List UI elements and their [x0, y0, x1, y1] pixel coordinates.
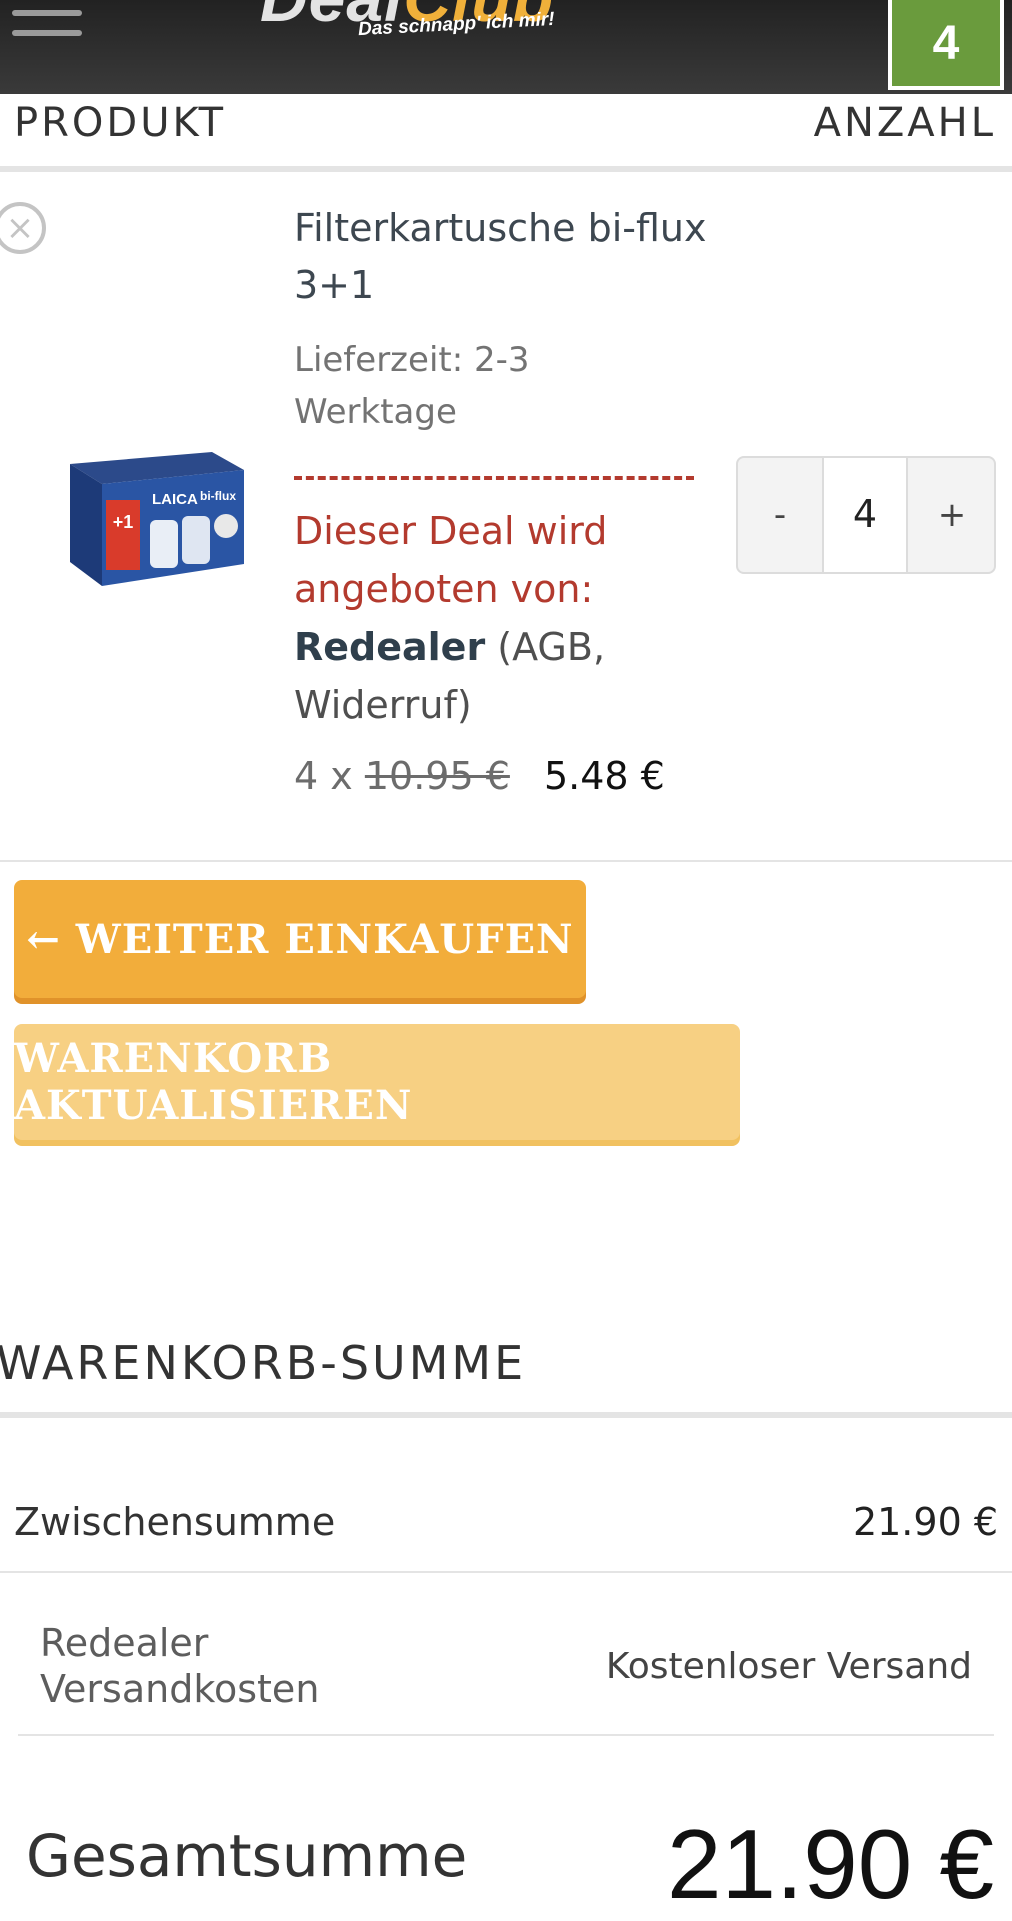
decrease-quantity-button[interactable]: -	[738, 458, 822, 572]
total-label: Gesamtsumme	[26, 1822, 468, 1890]
image-brand-text: LAICA	[152, 491, 198, 508]
product-name-link[interactable]: Filterkartusche bi-flux 3+1	[294, 200, 734, 314]
product-image[interactable]: +1 LAICA bi-flux	[62, 442, 248, 590]
shipping-label: Redealer Versandkosten	[40, 1621, 320, 1711]
image-badge-text: +1	[113, 512, 134, 532]
subtotal-value: 21.90 €	[852, 1500, 998, 1544]
remove-item-button[interactable]: ×	[0, 202, 46, 254]
item-price-line: 4 x 10.95 € 5.48 €	[294, 754, 665, 798]
quantity-input[interactable]: 4	[822, 456, 908, 574]
shipping-divider	[18, 1734, 994, 1736]
item-divider	[0, 860, 1012, 862]
new-price: 5.48 €	[543, 754, 665, 798]
cart-count-badge[interactable]: 4	[888, 0, 1004, 90]
increase-quantity-button[interactable]: +	[910, 458, 994, 572]
old-price: 10.95 €	[364, 754, 510, 798]
vendor-name: Redealer	[294, 625, 486, 669]
vendor-label: Dieser Deal wird angeboten von:	[294, 509, 608, 611]
vendor-divider	[294, 476, 694, 480]
cart-totals-title: WARENKORB-SUMME	[0, 1336, 527, 1390]
vendor-info: Dieser Deal wird angeboten von: Redealer…	[294, 502, 714, 734]
site-header: DealClub Das schnapp' ich mir! 4	[0, 0, 1012, 94]
vendor-terms-link[interactable]: AGB	[512, 625, 593, 669]
update-cart-button[interactable]: WARENKORB AKTUALISIEREN	[14, 1024, 740, 1140]
item-qty-prefix: 4 x	[294, 754, 353, 798]
total-value: 21.90 €	[667, 1809, 994, 1919]
column-header-quantity: ANZAHL	[813, 100, 996, 146]
summary-divider	[0, 1412, 1012, 1418]
image-product-text: bi-flux	[200, 489, 236, 503]
subtotal-label: Zwischensumme	[14, 1500, 336, 1544]
close-icon: ×	[5, 208, 35, 248]
delivery-time: Lieferzeit: 2-3 Werktage	[294, 340, 530, 432]
quantity-stepper: - 4 +	[736, 456, 996, 574]
shipping-value: Kostenloser Versand	[605, 1646, 972, 1687]
vendor-separator: ,	[592, 625, 606, 669]
column-header-product: PRODUKT	[14, 100, 227, 146]
hamburger-icon[interactable]	[12, 0, 82, 50]
vendor-withdrawal-link[interactable]: Widerruf	[294, 683, 457, 727]
vendor-paren-open: (	[497, 625, 513, 669]
header-divider	[0, 166, 1012, 172]
continue-shopping-button[interactable]: ← WEITER EINKAUFEN	[14, 880, 586, 998]
subtotal-divider	[0, 1571, 1012, 1573]
vendor-paren-close: )	[456, 683, 472, 727]
